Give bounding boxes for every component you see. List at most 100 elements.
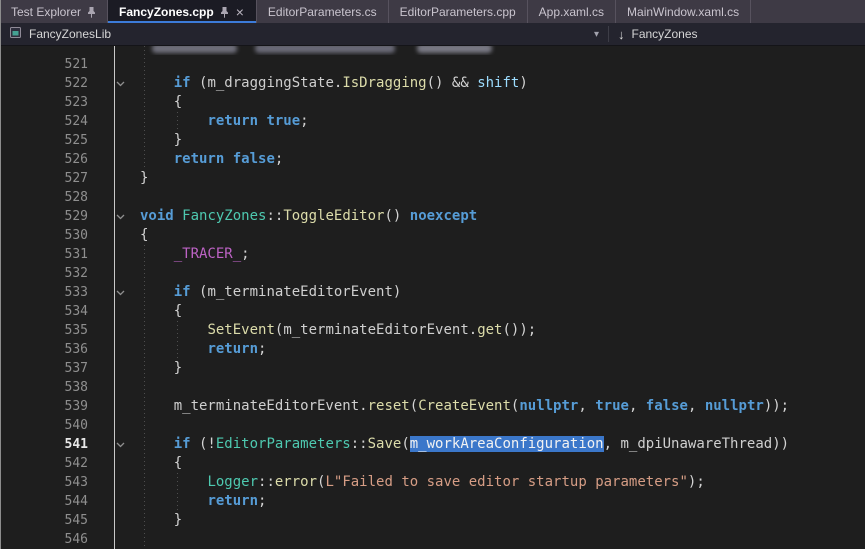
token: void bbox=[140, 208, 174, 224]
code-text: m_terminateEditorEvent.reset(CreateEvent… bbox=[140, 397, 865, 416]
line-number: 533 bbox=[0, 283, 100, 302]
code-line-533[interactable]: 533 if (m_terminateEditorEvent) bbox=[0, 283, 865, 302]
code-line-521[interactable]: 521 bbox=[0, 55, 865, 74]
code-text: { bbox=[140, 454, 865, 473]
line-number: 546 bbox=[0, 530, 100, 549]
line-number: 527 bbox=[0, 169, 100, 188]
code-line-534[interactable]: 534 { bbox=[0, 302, 865, 321]
tab-MainWindow.xaml.cs[interactable]: MainWindow.xaml.cs bbox=[616, 0, 751, 23]
code-editor[interactable]: 521522 if (m_draggingState.IsDragging() … bbox=[0, 46, 865, 549]
fold-chevron-icon[interactable] bbox=[100, 283, 140, 302]
scope-name: FancyZones bbox=[632, 27, 698, 41]
token bbox=[140, 246, 174, 262]
code-line-539[interactable]: 539 m_terminateEditorEvent.reset(CreateE… bbox=[0, 397, 865, 416]
code-line-543[interactable]: 543 Logger::error(L"Failed to save edito… bbox=[0, 473, 865, 492]
code-text: if (!EditorParameters::Save(m_workAreaCo… bbox=[140, 435, 865, 454]
project-dropdown[interactable]: FancyZonesLib ▾ bbox=[0, 23, 608, 45]
blurred-code bbox=[417, 46, 492, 53]
code-line-524[interactable]: 524 return true; bbox=[0, 112, 865, 131]
code-line-522[interactable]: 522 if (m_draggingState.IsDragging() && … bbox=[0, 74, 865, 93]
token: ) bbox=[393, 284, 401, 300]
code-line-527[interactable]: 527} bbox=[0, 169, 865, 188]
code-line-538[interactable]: 538 bbox=[0, 378, 865, 397]
project-name: FancyZonesLib bbox=[29, 27, 111, 41]
token: CreateEvent bbox=[418, 398, 511, 414]
code-line-545[interactable]: 545 } bbox=[0, 511, 865, 530]
tab-App.xaml.cs[interactable]: App.xaml.cs bbox=[528, 0, 616, 23]
token: true bbox=[266, 113, 300, 129]
fold-margin bbox=[100, 46, 140, 55]
code-line-535[interactable]: 535 SetEvent(m_terminateEditorEvent.get(… bbox=[0, 321, 865, 340]
token: L"Failed to save editor startup paramete… bbox=[325, 474, 687, 490]
line-number: 543 bbox=[0, 473, 100, 492]
code-text: return; bbox=[140, 340, 865, 359]
line-number: 544 bbox=[0, 492, 100, 511]
token bbox=[140, 474, 207, 490]
token bbox=[140, 113, 207, 129]
token: ( bbox=[191, 284, 208, 300]
code-line-531[interactable]: 531 _TRACER_; bbox=[0, 245, 865, 264]
fold-chevron-icon[interactable] bbox=[100, 435, 140, 454]
code-text: return; bbox=[140, 492, 865, 511]
close-icon[interactable]: × bbox=[235, 5, 245, 19]
pin-icon[interactable] bbox=[220, 6, 229, 18]
code-text bbox=[140, 264, 865, 283]
fold-margin bbox=[100, 93, 140, 112]
blurred-code bbox=[255, 46, 395, 53]
fold-margin bbox=[100, 340, 140, 359]
token: ; bbox=[300, 113, 308, 129]
code-line-536[interactable]: 536 return; bbox=[0, 340, 865, 359]
token: noexcept bbox=[410, 208, 477, 224]
fold-margin bbox=[100, 359, 140, 378]
code-line-526[interactable]: 526 return false; bbox=[0, 150, 865, 169]
code-line-528[interactable]: 528 bbox=[0, 188, 865, 207]
code-line-540[interactable]: 540 bbox=[0, 416, 865, 435]
line-number bbox=[0, 46, 100, 55]
token: true bbox=[595, 398, 629, 414]
token: IsDragging bbox=[342, 75, 426, 91]
code-line-542[interactable]: 542 { bbox=[0, 454, 865, 473]
code-line-525[interactable]: 525 } bbox=[0, 131, 865, 150]
token: , bbox=[688, 398, 705, 414]
token: FancyZones bbox=[182, 208, 266, 224]
tab-EditorParameters.cpp[interactable]: EditorParameters.cpp bbox=[389, 0, 528, 23]
token bbox=[140, 436, 174, 452]
code-line-541[interactable]: 541 if (!EditorParameters::Save(m_workAr… bbox=[0, 435, 865, 454]
fold-chevron-icon[interactable] bbox=[100, 207, 140, 226]
code-line-530[interactable]: 530{ bbox=[0, 226, 865, 245]
indent-guide bbox=[177, 473, 178, 511]
token: () bbox=[427, 75, 452, 91]
fold-margin bbox=[100, 55, 140, 74]
scope-dropdown[interactable]: ↓ FancyZones bbox=[609, 23, 707, 45]
token: } bbox=[140, 170, 148, 186]
code-text: { bbox=[140, 93, 865, 112]
tab-FancyZones.cpp[interactable]: FancyZones.cpp× bbox=[108, 0, 257, 23]
code-line-546[interactable]: 546 bbox=[0, 530, 865, 549]
token bbox=[224, 151, 232, 167]
line-number: 539 bbox=[0, 397, 100, 416]
token: )) bbox=[772, 436, 789, 452]
code-line-523[interactable]: 523 { bbox=[0, 93, 865, 112]
code-text: } bbox=[140, 511, 865, 530]
indent-guide bbox=[144, 46, 145, 169]
token: , bbox=[578, 398, 595, 414]
tab-EditorParameters.cs[interactable]: EditorParameters.cs bbox=[257, 0, 389, 23]
pin-icon[interactable] bbox=[87, 6, 96, 18]
code-line-544[interactable]: 544 return; bbox=[0, 492, 865, 511]
token: (! bbox=[191, 436, 216, 452]
token: nullptr bbox=[519, 398, 578, 414]
arrow-down-icon: ↓ bbox=[618, 27, 625, 42]
token: EditorParameters bbox=[216, 436, 351, 452]
code-line-529[interactable]: 529void FancyZones::ToggleEditor() noexc… bbox=[0, 207, 865, 226]
code-line-532[interactable]: 532 bbox=[0, 264, 865, 283]
code-line-537[interactable]: 537 } bbox=[0, 359, 865, 378]
tab-Test Explorer[interactable]: Test Explorer bbox=[0, 0, 108, 23]
fold-margin bbox=[100, 150, 140, 169]
code-text: return false; bbox=[140, 150, 865, 169]
tab-label: EditorParameters.cs bbox=[268, 5, 377, 19]
fold-chevron-icon[interactable] bbox=[100, 74, 140, 93]
token: )); bbox=[764, 398, 789, 414]
code-line-520[interactable] bbox=[0, 46, 865, 55]
token: return bbox=[207, 341, 258, 357]
fold-margin bbox=[100, 492, 140, 511]
